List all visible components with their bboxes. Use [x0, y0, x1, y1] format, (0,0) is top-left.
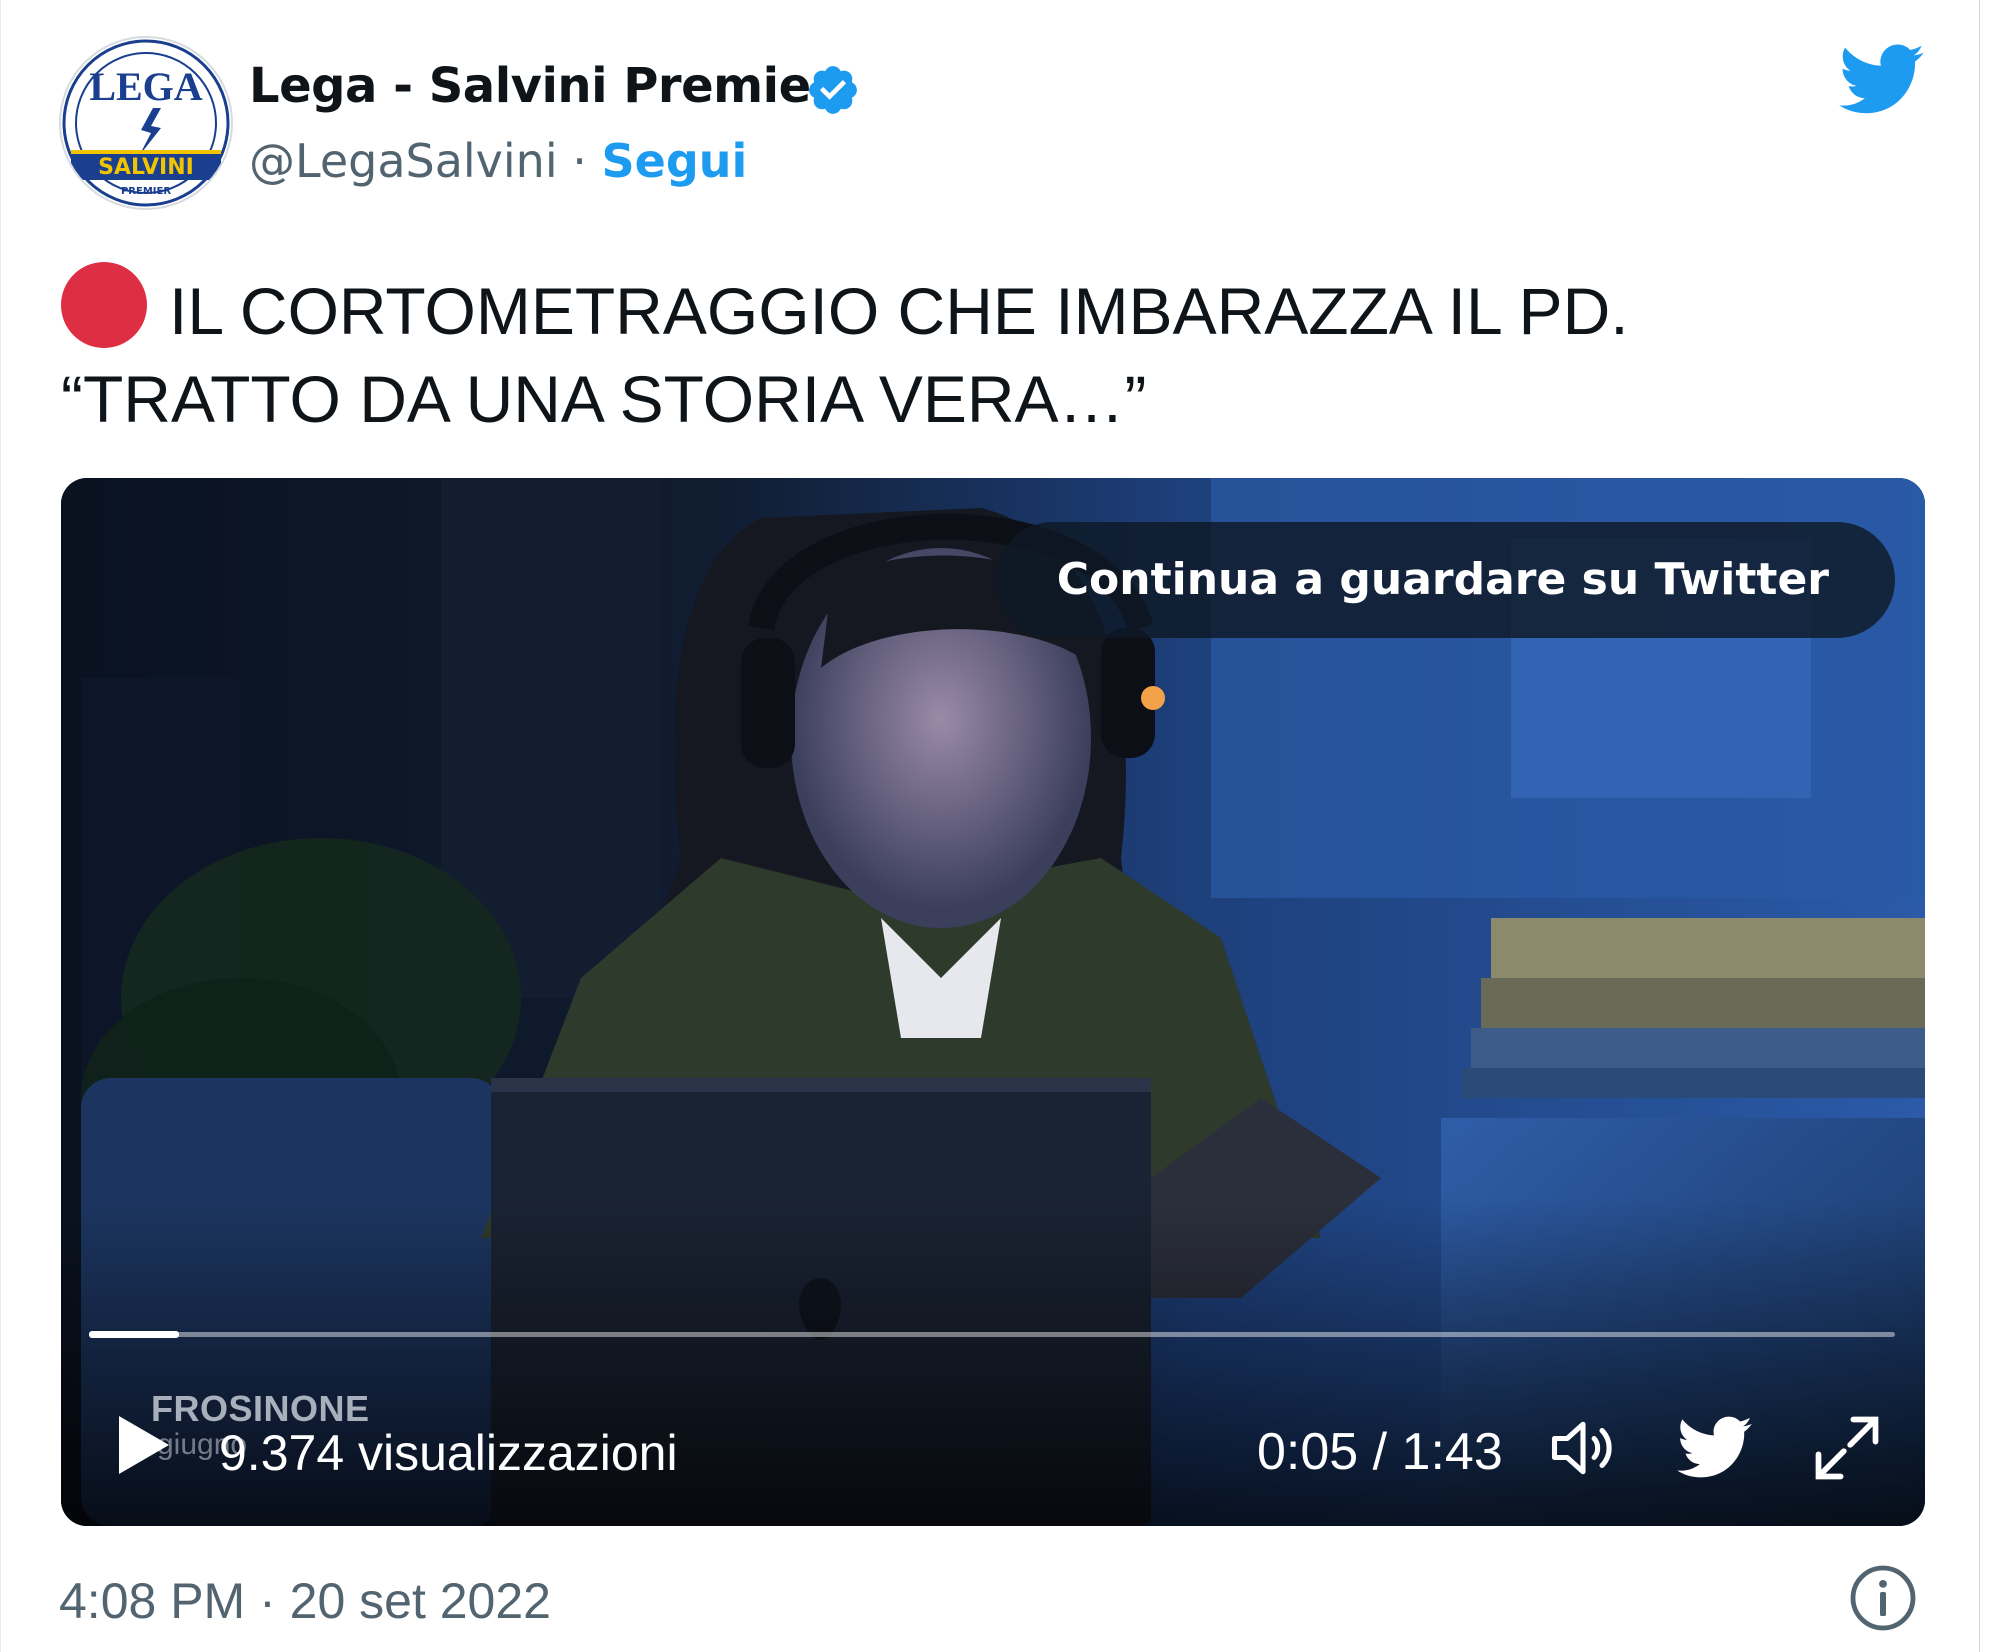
- svg-text:LEGA: LEGA: [89, 64, 202, 109]
- video-player[interactable]: Continua a guardare su Twitter FROSINONE…: [61, 478, 1925, 1526]
- tweet-text-line-1: IL CORTOMETRAGGIO CHE IMBARAZZA IL PD.: [61, 262, 1921, 355]
- verified-badge-icon: [809, 66, 857, 114]
- author-handle-row: @LegaSalvini · Segui: [249, 134, 747, 188]
- svg-text:PREMIER: PREMIER: [121, 186, 171, 197]
- svg-text:SALVINI: SALVINI: [98, 155, 194, 180]
- play-icon[interactable]: [113, 1412, 173, 1478]
- fullscreen-icon[interactable]: [1809, 1410, 1885, 1486]
- follow-link[interactable]: Segui: [602, 134, 748, 188]
- red-circle-emoji-icon: [61, 262, 147, 348]
- lega-logo-icon: LEGA SALVINI PREMIER: [62, 39, 230, 207]
- tweet-timestamp[interactable]: 4:08 PM · 20 set 2022: [59, 1572, 551, 1630]
- continue-on-twitter-button[interactable]: Continua a guardare su Twitter: [994, 522, 1895, 638]
- author-handle[interactable]: @LegaSalvini: [249, 134, 558, 188]
- author-name[interactable]: Lega - Salvini Premier: [249, 58, 834, 114]
- info-icon[interactable]: [1847, 1562, 1919, 1634]
- twitter-bird-icon[interactable]: [1839, 44, 1925, 116]
- volume-icon[interactable]: [1545, 1410, 1621, 1486]
- twitter-bird-icon[interactable]: [1677, 1410, 1753, 1486]
- tweet-embed-card: LEGA SALVINI PREMIER Lega - Salvini Prem…: [0, 0, 1981, 1652]
- author-avatar[interactable]: LEGA SALVINI PREMIER: [59, 36, 233, 210]
- separator-dot: ·: [572, 134, 587, 188]
- scrollbar-gutter: [1980, 0, 2000, 1652]
- video-progress-bar[interactable]: [89, 1331, 1895, 1338]
- tweet-text-line-2: “TRATTO DA UNA STORIA VERA…”: [61, 362, 1147, 436]
- video-time: 0:05 / 1:43: [1257, 1423, 1503, 1481]
- video-progress-fill: [89, 1331, 180, 1338]
- tweet-text: IL CORTOMETRAGGIO CHE IMBARAZZA IL PD. “…: [61, 262, 1921, 443]
- view-count: 9.374 visualizzazioni: [219, 1425, 678, 1481]
